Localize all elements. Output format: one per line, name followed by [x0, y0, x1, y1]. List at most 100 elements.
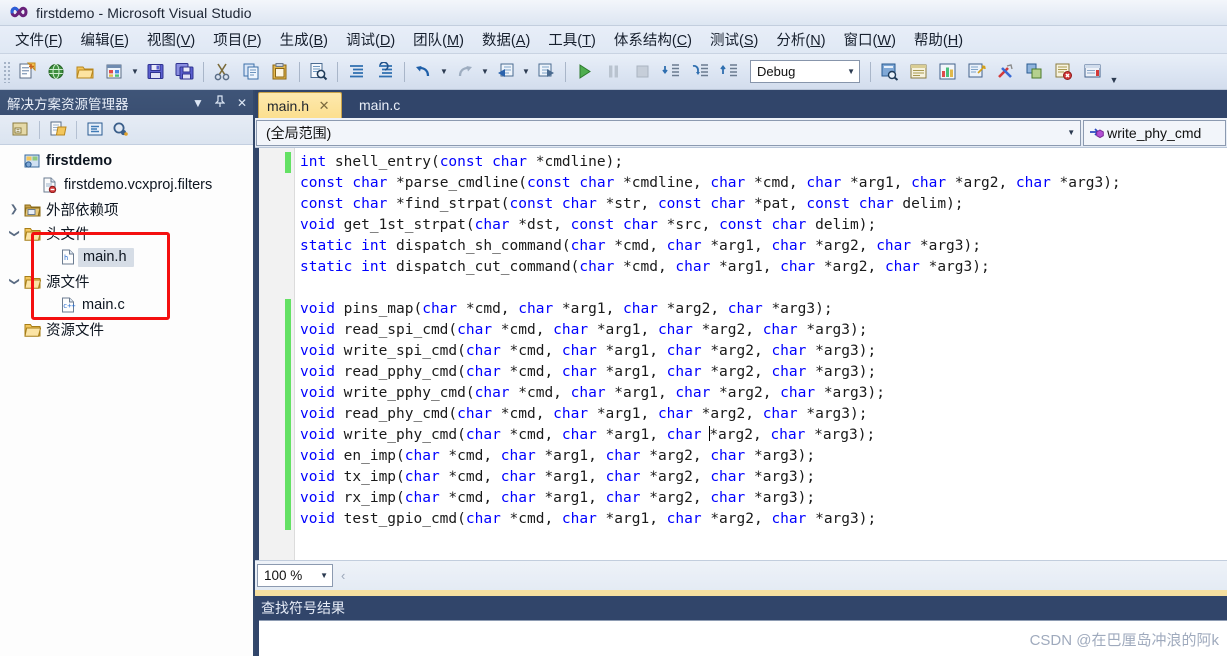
menu-item-2[interactable]: 视图(V) — [138, 26, 204, 53]
find-in-files-icon[interactable] — [305, 59, 332, 85]
window-title: firstdemo - Microsoft Visual Studio — [36, 4, 252, 21]
object-browser-icon[interactable] — [934, 59, 961, 85]
code-line-14: void en_imp(char *cmd, char *arg1, char … — [300, 448, 816, 464]
start-debugging-icon[interactable] — [571, 59, 598, 85]
step-out-icon[interactable] — [716, 59, 743, 85]
cut-icon[interactable] — [209, 59, 236, 85]
properties-icon[interactable] — [8, 118, 34, 142]
tree-node-0[interactable]: firstdemo — [0, 149, 253, 173]
menu-item-1[interactable]: 编辑(E) — [72, 26, 138, 53]
open-file-icon[interactable] — [72, 59, 99, 85]
code-line-11: void write_pphy_cmd(char *cmd, char *arg… — [300, 385, 885, 401]
toolbox-icon[interactable] — [963, 59, 990, 85]
menu-bar: 文件(F) 编辑(E) 视图(V) 项目(P) 生成(B) 调试(D) 团队(M) 数据(A)… — [0, 26, 1227, 54]
c-file-icon: c++ — [58, 297, 78, 313]
tree-node-3[interactable]: ❯ 头文件 — [0, 221, 253, 245]
zoom-combo[interactable]: 100 % ▼ — [257, 564, 333, 587]
folder-open-icon — [22, 226, 42, 241]
menu-item-6[interactable]: 团队(M) — [404, 26, 473, 53]
chevron-right-icon[interactable]: ❯ — [6, 204, 22, 215]
tree-node-6[interactable]: c++ main.c — [0, 293, 253, 317]
filters-file-icon — [40, 177, 60, 193]
redo-dropdown-icon[interactable]: ▼ — [479, 59, 491, 85]
save-all-icon[interactable] — [171, 59, 198, 85]
menu-item-4[interactable]: 生成(B) — [271, 26, 337, 53]
code-line-10: void read_pphy_cmd(char *cmd, char *arg1… — [300, 364, 877, 380]
step-into-icon[interactable] — [658, 59, 685, 85]
tree-node-label: 资源文件 — [46, 322, 104, 339]
new-project-icon[interactable] — [14, 59, 41, 85]
menu-item-3[interactable]: 项目(P) — [204, 26, 270, 53]
navigate-backward-icon[interactable] — [492, 59, 519, 85]
close-tab-icon[interactable]: ✕ — [315, 98, 333, 114]
code-line-8: void read_spi_cmd(char *cmd, char *arg1,… — [300, 322, 868, 338]
copy-icon[interactable] — [238, 59, 265, 85]
close-icon[interactable]: ✕ — [231, 96, 253, 110]
tab-main-c[interactable]: main.c — [351, 92, 408, 118]
menu-item-5[interactable]: 调试(D) — [337, 26, 404, 53]
member-combo-value: write_phy_cmd — [1107, 124, 1202, 141]
refresh-icon[interactable] — [108, 118, 134, 142]
properties-window-icon[interactable] — [905, 59, 932, 85]
undo-dropdown-icon[interactable]: ▼ — [438, 59, 450, 85]
class-view-icon[interactable] — [1021, 59, 1048, 85]
step-over-icon[interactable] — [687, 59, 714, 85]
tools-options-icon[interactable] — [992, 59, 1019, 85]
solution-configuration-value: Debug — [757, 64, 796, 79]
menu-item-10[interactable]: 测试(S) — [701, 26, 767, 53]
solution-explorer-icon[interactable] — [876, 59, 903, 85]
tree-node-label: 外部依赖项 — [46, 202, 119, 219]
comment-lines-icon[interactable] — [343, 59, 370, 85]
solution-explorer-header: 解决方案资源管理器 ▼ ✕ — [0, 90, 253, 115]
menu-item-9[interactable]: 体系结构(C) — [605, 26, 701, 53]
tab-main-h[interactable]: main.h ✕ — [258, 92, 343, 118]
navigate-forward-icon[interactable] — [533, 59, 560, 85]
member-combo[interactable]: write_phy_cmd — [1083, 119, 1226, 146]
tree-node-1[interactable]: firstdemo.vcxproj.filters — [0, 173, 253, 197]
save-icon[interactable] — [142, 59, 169, 85]
menu-item-12[interactable]: 窗口(W) — [835, 26, 905, 53]
menu-item-8[interactable]: 工具(T) — [539, 26, 605, 53]
chevron-down-icon[interactable]: ❯ — [9, 225, 20, 241]
add-new-item-icon[interactable] — [101, 59, 128, 85]
tree-node-4[interactable]: h main.h — [0, 245, 253, 269]
code-line-7: void pins_map(char *cmd, char *arg1, cha… — [300, 301, 833, 317]
code-line-0: int shell_entry(const char *cmdline); — [300, 154, 624, 170]
tree-node-2[interactable]: ❯ 外部依赖项 — [0, 197, 253, 221]
toolbar-overflow-icon[interactable]: ▼ — [1107, 59, 1121, 85]
code-editor[interactable]: int shell_entry(const char *cmdline); con… — [255, 148, 1227, 560]
toolbar-separator — [337, 61, 338, 82]
solution-explorer-title: 解决方案资源管理器 — [7, 96, 129, 112]
toolbar-separator — [565, 61, 566, 82]
chevron-down-icon[interactable]: ❯ — [9, 273, 20, 289]
error-list-icon[interactable] — [1050, 59, 1077, 85]
add-web-site-icon[interactable] — [43, 59, 70, 85]
view-code-icon[interactable] — [82, 118, 108, 142]
output-window-icon[interactable] — [1079, 59, 1106, 85]
uncomment-lines-icon[interactable] — [372, 59, 399, 85]
undo-icon[interactable] — [410, 59, 437, 85]
editor-area: main.h ✕ main.c (全局范围) ▼ write_phy_cmd i… — [255, 90, 1227, 590]
menu-item-13[interactable]: 帮助(H) — [905, 26, 972, 53]
paste-icon[interactable] — [267, 59, 294, 85]
pin-icon[interactable] — [209, 94, 231, 111]
show-all-files-icon[interactable] — [45, 118, 71, 142]
code-text[interactable]: int shell_entry(const char *cmdline); con… — [300, 148, 1227, 560]
folder-ext-icon — [22, 202, 42, 217]
folder-open-icon — [22, 274, 42, 289]
scope-combo[interactable]: (全局范围) ▼ — [256, 119, 1082, 146]
toolbar-separator — [404, 61, 405, 82]
toolbar-grip[interactable] — [3, 60, 11, 83]
tree-node-7[interactable]: 资源文件 — [0, 317, 253, 341]
dropdown-icon[interactable]: ▼ — [187, 96, 209, 110]
redo-icon[interactable] — [451, 59, 478, 85]
menu-item-7[interactable]: 数据(A) — [473, 26, 539, 53]
menu-item-11[interactable]: 分析(N) — [767, 26, 834, 53]
horizontal-scroll-left-icon[interactable]: ‹ — [333, 568, 353, 583]
find-symbol-results-list[interactable] — [259, 620, 1227, 656]
menu-item-0[interactable]: 文件(F) — [6, 26, 72, 53]
add-new-item-dropdown-icon[interactable]: ▼ — [129, 59, 141, 85]
navigate-backward-dropdown-icon[interactable]: ▼ — [520, 59, 532, 85]
tree-node-5[interactable]: ❯ 源文件 — [0, 269, 253, 293]
solution-configuration-combo[interactable]: Debug ▼ — [750, 60, 860, 83]
